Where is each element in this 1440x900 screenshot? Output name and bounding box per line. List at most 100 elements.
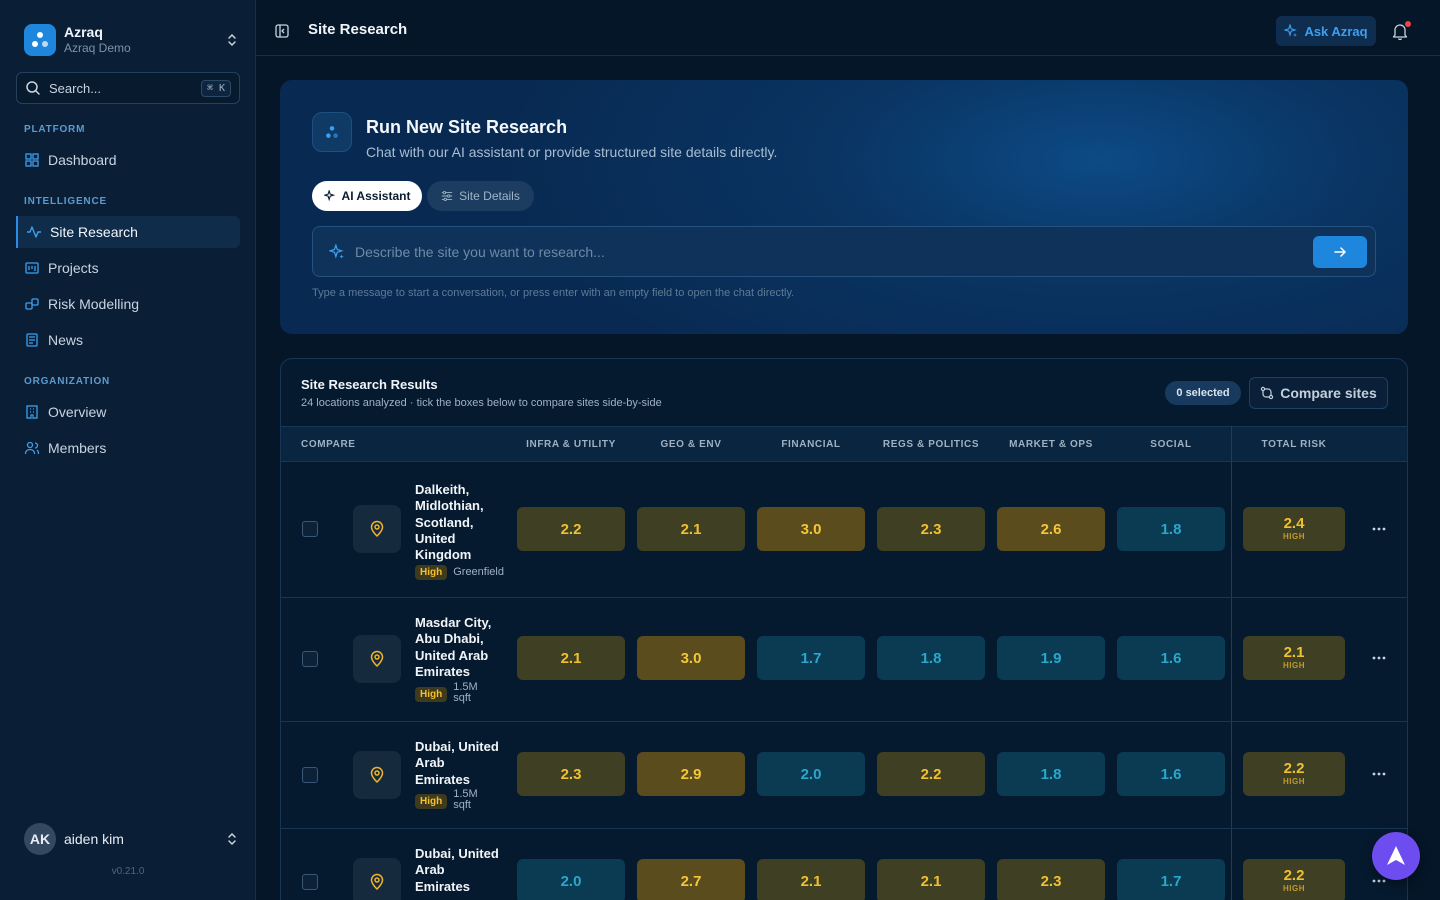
compare-checkbox[interactable]: [302, 767, 318, 783]
org-switcher[interactable]: Azraq Azraq Demo: [24, 24, 240, 56]
search-placeholder: Search...: [49, 80, 102, 96]
selected-count-badge: 0 selected: [1165, 381, 1241, 405]
sliders-icon: [441, 190, 453, 202]
compare-checkbox[interactable]: [302, 874, 318, 890]
new-research-card: Run New Site Research Chat with our AI a…: [280, 80, 1408, 334]
ask-azraq-label: Ask Azraq: [1304, 23, 1368, 39]
site-meta: 1.5M sqft: [453, 681, 478, 704]
total-risk: 2.2 HIGH: [1243, 859, 1345, 900]
more-icon[interactable]: [1371, 650, 1387, 666]
score-market: 1.9: [997, 636, 1105, 680]
assistant-fab-button[interactable]: [1372, 832, 1420, 880]
chat-placeholder: Describe the site you want to research..…: [355, 243, 605, 260]
activity-icon: [27, 226, 41, 238]
risk-tag: High: [415, 794, 448, 809]
total-risk-label: HIGH: [1283, 532, 1305, 541]
score-infra: 2.1: [517, 636, 625, 680]
search-input[interactable]: Search... ⌘ K: [16, 72, 240, 104]
column-header: SOCIAL: [1150, 439, 1192, 450]
sidebar-item-label: Risk Modelling: [48, 296, 140, 312]
hero-subtitle: Chat with our AI assistant or provide st…: [366, 144, 778, 160]
tab-ai-assistant[interactable]: AI Assistant: [312, 181, 422, 211]
location-pin-icon: [353, 751, 401, 799]
chat-hint: Type a message to start a conversation, …: [312, 287, 795, 299]
section-label-intelligence: INTELLIGENCE: [24, 196, 107, 207]
total-risk: 2.4 HIGH: [1243, 507, 1345, 551]
compare-sites-label: Compare sites: [1280, 385, 1377, 401]
ask-azraq-button[interactable]: Ask Azraq: [1276, 16, 1376, 46]
total-risk-label: HIGH: [1283, 661, 1305, 670]
sidebar-item-projects[interactable]: Projects: [16, 252, 240, 284]
site-meta: Greenfield: [453, 566, 504, 578]
compare-checkbox[interactable]: [302, 651, 318, 667]
score-financial: 3.0: [757, 507, 865, 551]
total-risk-label: HIGH: [1283, 884, 1305, 893]
column-header: REGS & POLITICS: [882, 439, 980, 450]
score-social: 1.8: [1117, 507, 1225, 551]
search-shortcut: ⌘ K: [200, 79, 231, 97]
section-label-organization: ORGANIZATION: [24, 376, 111, 387]
score-regs: 2.2: [877, 752, 985, 796]
sidebar-item-news[interactable]: News: [16, 324, 240, 356]
sidebar-item-label: Projects: [48, 260, 99, 276]
column-header: INFRA & UTILITY: [526, 439, 616, 450]
score-regs: 1.8: [877, 636, 985, 680]
sidebar-item-dashboard[interactable]: Dashboard: [16, 144, 240, 176]
location-name[interactable]: Dubai, United Arab Emirates: [415, 739, 501, 788]
avatar: AK: [24, 823, 56, 855]
news-icon: [26, 333, 38, 347]
score-financial: 1.7: [757, 636, 865, 680]
score-geo: 2.9: [637, 752, 745, 796]
score-social: 1.6: [1117, 636, 1225, 680]
sidebar-item-risk-modelling[interactable]: Risk Modelling: [16, 288, 240, 320]
results-title: Site Research Results: [301, 377, 438, 392]
column-header: COMPARE: [301, 439, 356, 450]
total-risk: 2.1 HIGH: [1243, 636, 1345, 680]
sidebar-item-label: Dashboard: [48, 152, 117, 168]
score-infra: 2.2: [517, 507, 625, 551]
sidebar-item-members[interactable]: Members: [16, 432, 240, 464]
score-social: 1.6: [1117, 752, 1225, 796]
sidebar-item-label: News: [48, 332, 84, 348]
sparkle-icon: [1284, 24, 1298, 37]
chat-input[interactable]: Describe the site you want to research..…: [312, 226, 1376, 277]
tab-site-details[interactable]: Site Details: [427, 181, 534, 211]
building-icon: [26, 405, 38, 419]
table-row: Dalkeith, Midlothian, Scotland, United K…: [281, 462, 1407, 598]
risk-tag: High: [415, 565, 448, 580]
sidebar-item-label: Members: [48, 440, 107, 456]
score-market: 2.3: [997, 859, 1105, 900]
score-geo: 2.1: [637, 507, 745, 551]
sparkle-icon: [323, 190, 335, 202]
total-risk-value: 2.2: [1283, 867, 1305, 884]
users-icon: [24, 441, 40, 455]
more-icon[interactable]: [1371, 521, 1387, 537]
location-name[interactable]: Dubai, United Arab Emirates: [415, 846, 501, 895]
more-icon[interactable]: [1371, 766, 1387, 782]
org-name: Azraq: [64, 24, 103, 40]
compare-icon: [1261, 386, 1274, 400]
toggle-sidebar-icon[interactable]: [274, 23, 290, 39]
top-header: Site Research Ask Azraq: [256, 0, 1440, 56]
user-menu[interactable]: AK aiden kim: [24, 823, 240, 855]
compare-sites-button[interactable]: Compare sites: [1249, 377, 1388, 409]
site-meta: 1.5M sqft: [453, 788, 478, 811]
sidebar-item-overview[interactable]: Overview: [16, 396, 240, 428]
score-infra: 2.0: [517, 859, 625, 900]
total-risk-label: HIGH: [1283, 777, 1305, 786]
location-pin-icon: [353, 635, 401, 683]
location-name[interactable]: Dalkeith, Midlothian, Scotland, United K…: [415, 482, 499, 563]
azraq-logo-icon: [24, 24, 56, 56]
chevron-up-down-icon: [228, 832, 236, 846]
notification-dot: [1405, 21, 1411, 27]
search-icon: [26, 81, 40, 95]
compare-checkbox[interactable]: [302, 521, 318, 537]
sidebar-item-site-research[interactable]: Site Research: [16, 216, 240, 248]
score-financial: 2.1: [757, 859, 865, 900]
score-market: 1.8: [997, 752, 1105, 796]
table-row: Masdar City, Abu Dhabi, United Arab Emir…: [281, 598, 1407, 722]
send-button[interactable]: [1313, 235, 1367, 268]
location-name[interactable]: Masdar City, Abu Dhabi, United Arab Emir…: [415, 615, 501, 680]
total-risk-value: 2.4: [1283, 515, 1305, 532]
column-header: MARKET & OPS: [1009, 439, 1093, 450]
